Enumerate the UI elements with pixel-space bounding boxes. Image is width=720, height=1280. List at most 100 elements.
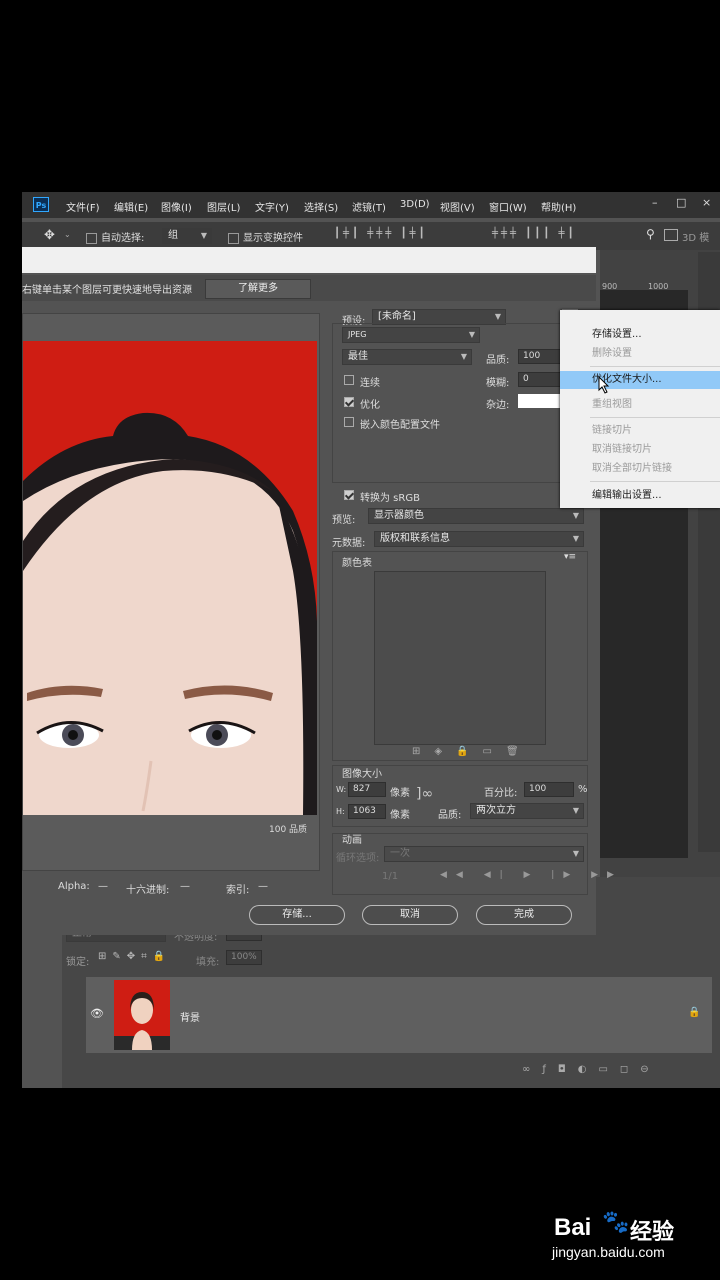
distribute-icons[interactable]: ╪╪╪ ┃┃┃ ╪┃ xyxy=(492,228,577,239)
settings-panel: 预设: [未命名] ▼ JPEG ▼ 最佳 ▼ 品质: 100 连续 模糊: 0 优化… xyxy=(328,309,614,901)
menu-edit[interactable]: 编辑(E) xyxy=(114,199,148,214)
search-icon[interactable]: ⚲ xyxy=(646,227,655,241)
menu-select[interactable]: 选择(S) xyxy=(304,199,338,214)
link-proportions-icon[interactable]: ]∞ xyxy=(416,786,433,802)
loop-dropdown[interactable]: 一次 ▼ xyxy=(384,846,584,862)
maximize-button[interactable]: □ xyxy=(676,196,686,209)
menu-item-repopulate-views[interactable]: 重组视图 xyxy=(560,396,720,414)
animation-group xyxy=(332,833,588,895)
chevron-down-icon: ▼ xyxy=(200,231,207,240)
quality-preset-dropdown[interactable]: 最佳 ▼ xyxy=(342,349,472,365)
layer-name[interactable]: 背景 xyxy=(180,1009,200,1024)
photoshop-logo: Ps xyxy=(33,197,49,212)
width-unit: 像素 xyxy=(390,788,410,799)
metadata-label: 元数据: xyxy=(332,538,366,549)
color-table-label: 颜色表 xyxy=(342,558,372,569)
menu-item-edit-output-settings[interactable]: 编辑输出设置... xyxy=(560,487,720,505)
preview-value: 显示器颜色 xyxy=(374,510,424,521)
index-value: — xyxy=(258,881,268,892)
menu-layer[interactable]: 图层(L) xyxy=(207,199,240,214)
percent-input[interactable]: 100 xyxy=(524,782,574,797)
menu-filter[interactable]: 滤镜(T) xyxy=(352,199,386,214)
preset-value: [未命名] xyxy=(378,311,416,322)
auto-select-checkbox[interactable]: 自动选择: xyxy=(86,229,144,244)
menu-item-unlink-slices[interactable]: 取消链接切片 xyxy=(560,441,720,459)
preview-quality-label: 100 品质 xyxy=(269,825,308,835)
color-table-menu-icon[interactable]: ▾≡ xyxy=(564,552,576,562)
dialog-title-bar xyxy=(22,247,596,273)
watermark-brand-cn: 经验 xyxy=(630,1220,675,1245)
menu-type[interactable]: 文字(Y) xyxy=(255,199,289,214)
color-table-grid[interactable] xyxy=(374,571,546,745)
chevron-down-icon: ▼ xyxy=(460,352,467,361)
menu-image[interactable]: 图像(I) xyxy=(161,199,192,214)
fill-label: 填充: xyxy=(196,957,220,968)
minimize-button[interactable]: – xyxy=(652,196,658,209)
show-transform-checkbox[interactable]: 显示变换控件 xyxy=(228,229,303,244)
close-button[interactable]: × xyxy=(702,196,711,209)
resample-dropdown[interactable]: 两次立方 ▼ xyxy=(470,803,584,819)
menu-3d[interactable]: 3D(D) xyxy=(400,199,430,210)
lock-icons[interactable]: ⊞✎✥⌗🔒 xyxy=(98,951,171,962)
settings-context-menu: 存储设置... 删除设置 优化文件大小... 重组视图 链接切片 取消链接切片 … xyxy=(560,310,720,508)
animation-controls[interactable]: ◀◀ ◀| ▶ |▶ ▶▶ xyxy=(440,870,623,880)
metadata-dropdown[interactable]: 版权和联系信息 ▼ xyxy=(374,531,584,547)
preview-dropdown[interactable]: 显示器颜色 ▼ xyxy=(368,508,584,524)
menu-file[interactable]: 文件(F) xyxy=(66,199,100,214)
menu-view[interactable]: 视图(V) xyxy=(440,199,475,214)
info-bar: Alpha: — 十六进制: — 索引: — xyxy=(22,875,332,897)
resample-label: 品质: xyxy=(438,810,462,821)
menu-help[interactable]: 帮助(H) xyxy=(541,199,576,214)
baidu-jingyan-watermark: Bai 🐾 经验 jingyan.baidu.com xyxy=(550,1200,720,1270)
save-button[interactable]: 存储... xyxy=(249,905,345,925)
hex-label: 十六进制: xyxy=(126,885,170,896)
progressive-checkbox[interactable] xyxy=(344,375,354,385)
menu-separator xyxy=(590,417,720,418)
menu-separator xyxy=(590,481,720,482)
layer-row[interactable]: 👁 背景 🔒 xyxy=(86,977,712,1053)
learn-more-button[interactable]: 了解更多 xyxy=(205,279,311,299)
layer-thumbnail xyxy=(114,980,170,1050)
optimized-label: 优化 xyxy=(360,400,380,411)
workspace-icon[interactable] xyxy=(664,229,678,241)
animation-label: 动画 xyxy=(342,835,362,846)
menu-window[interactable]: 窗口(W) xyxy=(489,199,527,214)
optimized-checkbox[interactable] xyxy=(344,397,354,407)
menu-item-optimize-file-size[interactable]: 优化文件大小... xyxy=(560,371,720,389)
height-unit: 像素 xyxy=(390,810,410,821)
menu-item-save-settings[interactable]: 存储设置... xyxy=(560,326,720,344)
metadata-value: 版权和联系信息 xyxy=(380,533,450,544)
auto-select-value: 组 xyxy=(168,230,178,241)
menu-item-unlink-all-slices[interactable]: 取消全部切片链接 xyxy=(560,460,720,478)
cancel-button[interactable]: 取消 xyxy=(362,905,458,925)
color-table-footer-icons[interactable]: ⊞◈🔒▭🗑 xyxy=(412,746,533,757)
quality-input[interactable]: 100 xyxy=(518,349,562,364)
layer-panel-footer-icons[interactable]: ∞ƒ◘◐▭◻⊖ xyxy=(522,1064,661,1075)
embed-profile-checkbox[interactable] xyxy=(344,417,354,427)
convert-srgb-checkbox[interactable] xyxy=(344,490,354,500)
show-transform-label: 显示变换控件 xyxy=(243,233,303,244)
menu-item-delete-settings[interactable]: 删除设置 xyxy=(560,345,720,363)
fill-input[interactable]: 100% xyxy=(226,950,262,965)
width-input[interactable]: 827 xyxy=(348,782,386,797)
done-button[interactable]: 完成 xyxy=(476,905,572,925)
loop-value: 一次 xyxy=(390,848,410,859)
format-dropdown[interactable]: JPEG ▼ xyxy=(342,327,480,343)
menu-bar: Ps 文件(F) 编辑(E) 图像(I) 图层(L) 文字(Y) 选择(S) 滤… xyxy=(22,192,720,218)
height-input[interactable]: 1063 xyxy=(348,804,386,819)
3d-mode-label: 3D 模 xyxy=(682,233,710,244)
width-label: W: xyxy=(336,785,347,794)
menu-item-link-slices[interactable]: 链接切片 xyxy=(560,422,720,440)
blur-input[interactable]: 0 xyxy=(518,372,562,387)
auto-select-dropdown[interactable]: 组 ▼ xyxy=(162,228,212,244)
matte-swatch[interactable] xyxy=(518,394,564,408)
move-tool-icon[interactable]: ✥ xyxy=(44,228,55,243)
chevron-down-icon: ▼ xyxy=(468,330,475,339)
visibility-eye-icon[interactable]: 👁 xyxy=(90,1007,104,1020)
index-label: 索引: xyxy=(226,885,250,896)
align-icons[interactable]: ┃╪┃ ╪╪╪ ┃╪┃ xyxy=(334,228,428,239)
embed-profile-label: 嵌入颜色配置文件 xyxy=(360,420,440,431)
chevron-down-icon: ▼ xyxy=(572,511,579,520)
chevron-down-icon[interactable]: ⌄ xyxy=(64,230,71,239)
image-size-label: 图像大小 xyxy=(342,769,382,780)
